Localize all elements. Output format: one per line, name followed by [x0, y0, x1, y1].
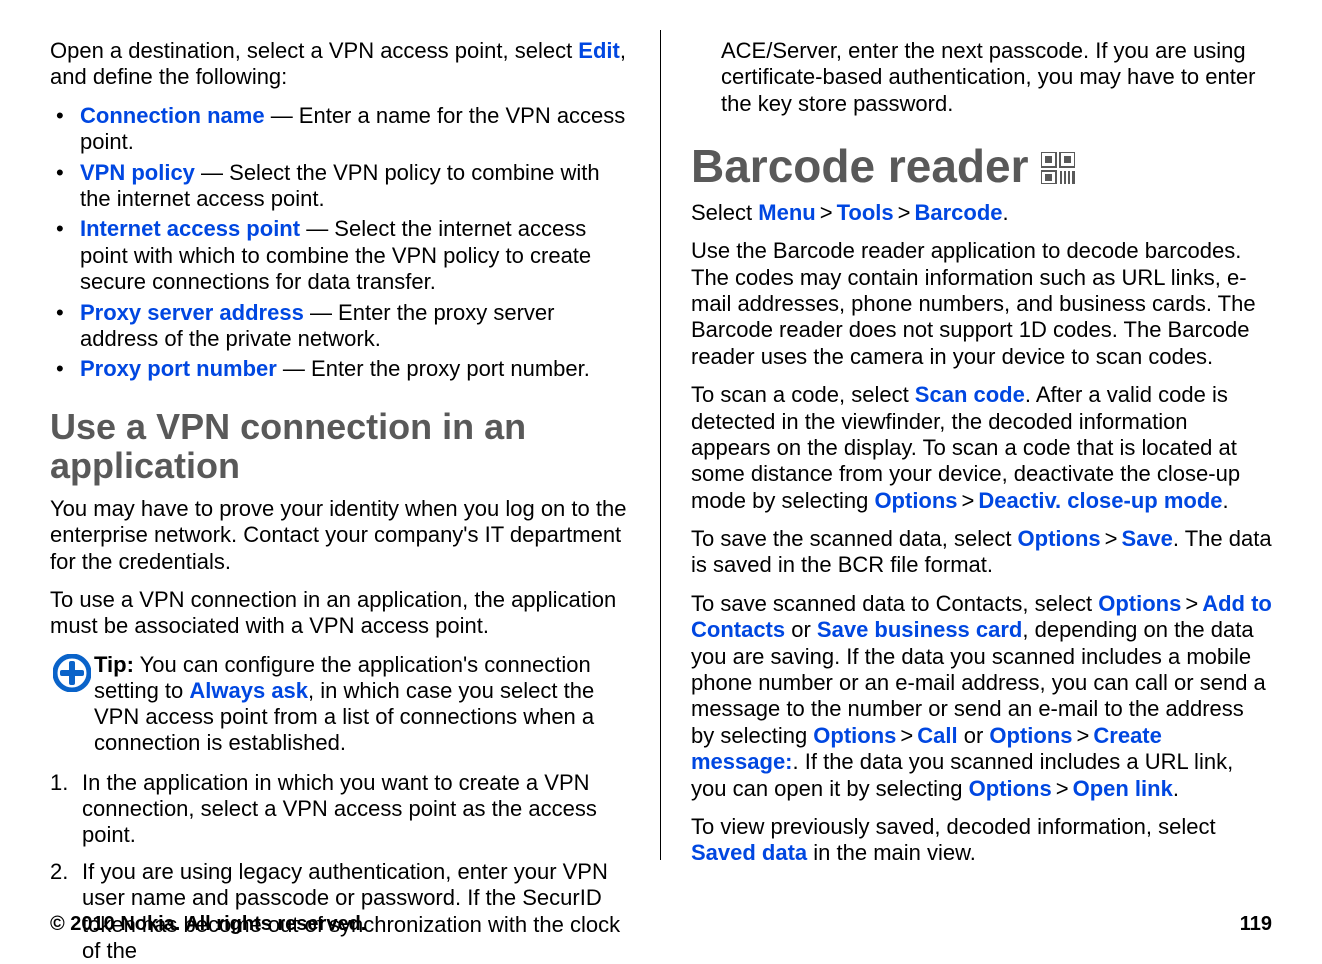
open-link-term: Open link	[1073, 776, 1173, 801]
term-proxy-port-number: Proxy port number	[80, 356, 277, 381]
term-desc: — Enter the proxy port number.	[277, 356, 590, 381]
nav-sep: >	[1073, 723, 1094, 748]
saved-data-term: Saved data	[691, 840, 807, 865]
deactivate-term: Deactiv. close-up mode	[978, 488, 1222, 513]
term-proxy-server-address: Proxy server address	[80, 300, 304, 325]
footer: © 2010 Nokia. All rights reserved. 119	[50, 913, 1272, 936]
list-item: Connection name — Enter a name for the V…	[50, 103, 630, 156]
step-text: If you are using legacy authentication, …	[82, 859, 620, 963]
nav-select-label: Select	[691, 200, 758, 225]
list-item: Proxy port number — Enter the proxy port…	[50, 356, 630, 382]
barcode-paragraph-3: To save the scanned data, select Options…	[691, 526, 1272, 579]
barcode-paragraph-2: To scan a code, select Scan code. After …	[691, 382, 1272, 514]
nav-sep: >	[958, 488, 979, 513]
right-column: ACE/Server, enter the next passcode. If …	[661, 30, 1272, 860]
left-column: Open a destination, select a VPN access …	[50, 30, 661, 860]
options-term: Options	[969, 776, 1052, 801]
options-term: Options	[1098, 591, 1181, 616]
always-ask-term: Always ask	[189, 678, 308, 703]
edit-term: Edit	[578, 38, 620, 63]
heading-use-vpn: Use a VPN connection in an application	[50, 407, 630, 486]
intro-paragraph: Open a destination, select a VPN access …	[50, 38, 630, 91]
continuation-paragraph: ACE/Server, enter the next passcode. If …	[691, 38, 1272, 117]
p3-a: To save the scanned data, select	[691, 526, 1018, 551]
term-vpn-policy: VPN policy	[80, 160, 195, 185]
nav-sep: >	[1052, 776, 1073, 801]
nav-sep: >	[816, 200, 837, 225]
barcode-icon	[1041, 143, 1075, 194]
nav-tools: Tools	[837, 200, 894, 225]
step-number: 2.	[50, 859, 68, 885]
nav-sep: >	[896, 723, 917, 748]
barcode-paragraph-5: To view previously saved, decoded inform…	[691, 814, 1272, 867]
vpn-paragraph-1: You may have to prove your identity when…	[50, 496, 630, 575]
step-text: In the application in which you want to …	[82, 770, 597, 848]
nav-sep: >	[1101, 526, 1122, 551]
options-term: Options	[874, 488, 957, 513]
p2-a: To scan a code, select	[691, 382, 915, 407]
call-term: Call	[917, 723, 957, 748]
period: .	[1223, 488, 1229, 513]
page-number: 119	[1240, 913, 1272, 936]
options-term: Options	[813, 723, 896, 748]
barcode-paragraph-1: Use the Barcode reader application to de…	[691, 238, 1272, 370]
two-column-layout: Open a destination, select a VPN access …	[50, 30, 1272, 860]
tip-block: Tip: You can configure the application's…	[50, 652, 630, 756]
tip-text: Tip: You can configure the application's…	[94, 652, 630, 756]
intro-text-a: Open a destination, select a VPN access …	[50, 38, 578, 63]
tip-label: Tip:	[94, 652, 134, 677]
p5-a: To view previously saved, decoded inform…	[691, 814, 1216, 839]
step-item: 2. If you are using legacy authentication…	[50, 859, 630, 964]
list-item: Internet access point — Select the inter…	[50, 216, 630, 295]
nav-path: Select Menu>Tools>Barcode.	[691, 200, 1272, 226]
p4-or2: or	[958, 723, 990, 748]
p4-a: To save scanned data to Contacts, select	[691, 591, 1098, 616]
vpn-settings-list: Connection name — Enter a name for the V…	[50, 103, 630, 383]
nav-menu: Menu	[758, 200, 815, 225]
p4-or1: or	[785, 617, 817, 642]
tip-icon	[50, 652, 94, 756]
list-item: Proxy server address — Enter the proxy s…	[50, 300, 630, 353]
scan-code-term: Scan code	[915, 382, 1025, 407]
copyright-text: © 2010 Nokia. All rights reserved.	[50, 913, 366, 936]
save-term: Save	[1122, 526, 1173, 551]
nav-barcode: Barcode	[914, 200, 1002, 225]
nav-sep: >	[894, 200, 915, 225]
options-term: Options	[1018, 526, 1101, 551]
page: Open a destination, select a VPN access …	[0, 0, 1322, 954]
step-number: 1.	[50, 770, 68, 796]
vpn-paragraph-2: To use a VPN connection in an applicatio…	[50, 587, 630, 640]
save-business-card-term: Save business card	[817, 617, 1022, 642]
barcode-paragraph-4: To save scanned data to Contacts, select…	[691, 591, 1272, 802]
period: .	[1003, 200, 1009, 225]
step-item: 1. In the application in which you want t…	[50, 770, 630, 849]
term-internet-access-point: Internet access point	[80, 216, 300, 241]
p5-b: in the main view.	[807, 840, 976, 865]
heading-barcode-text: Barcode reader	[691, 141, 1029, 192]
term-connection-name: Connection name	[80, 103, 265, 128]
options-term: Options	[989, 723, 1072, 748]
heading-barcode-reader: Barcode reader	[691, 141, 1272, 192]
list-item: VPN policy — Select the VPN policy to co…	[50, 160, 630, 213]
period: .	[1173, 776, 1179, 801]
nav-sep: >	[1181, 591, 1202, 616]
